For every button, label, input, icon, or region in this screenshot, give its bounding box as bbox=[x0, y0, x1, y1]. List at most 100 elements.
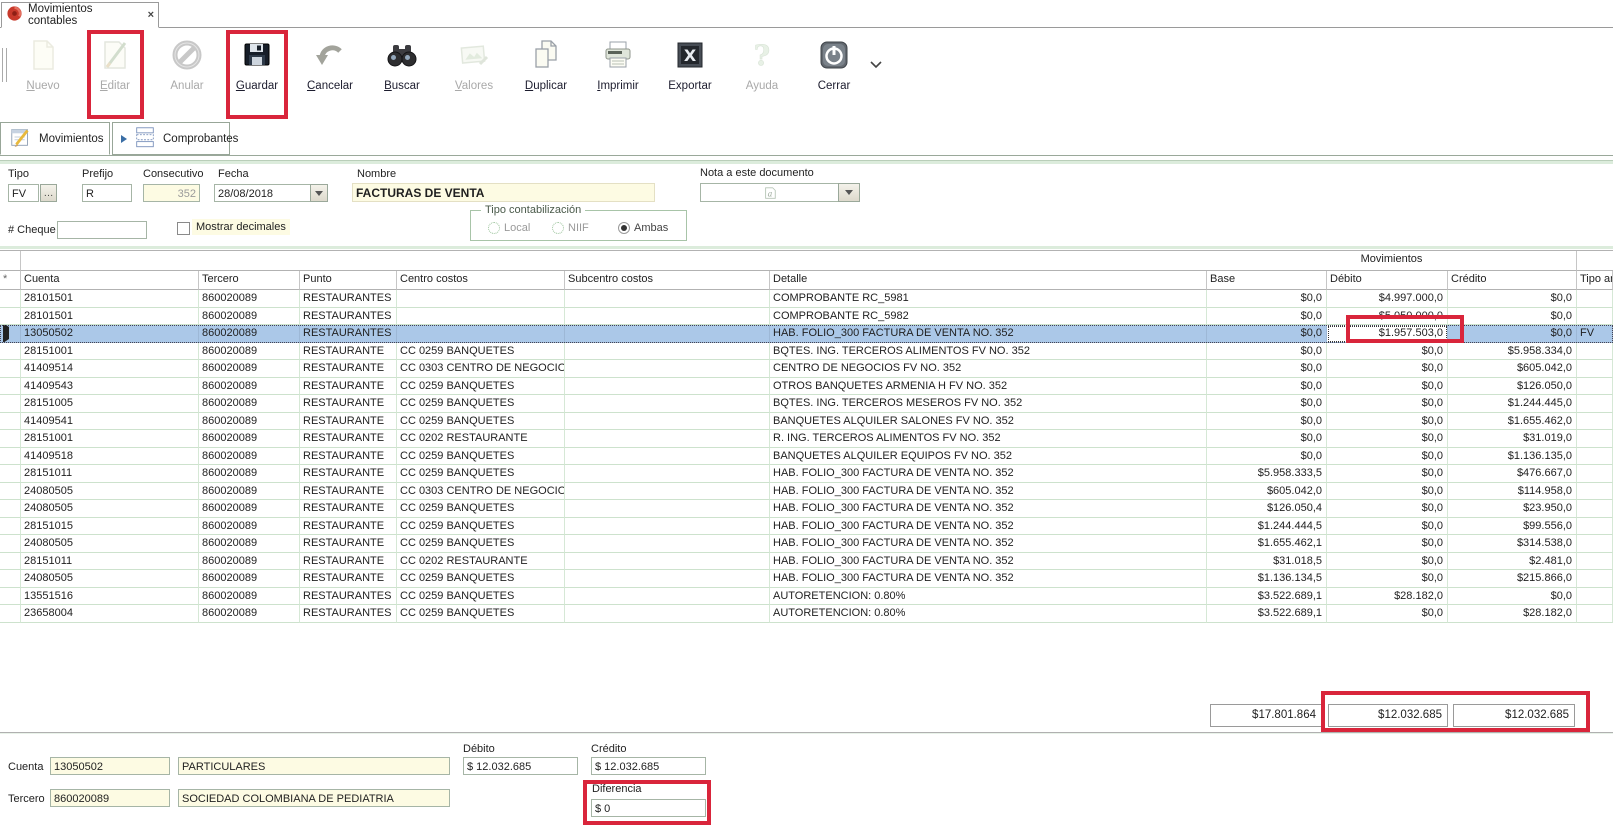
cell-tercero[interactable]: 860020089 bbox=[199, 413, 300, 431]
cell-cuenta[interactable]: 28151001 bbox=[21, 430, 199, 448]
cell-tipo[interactable]: FV bbox=[1577, 325, 1613, 343]
cell-tipo[interactable] bbox=[1577, 430, 1613, 448]
cell-base[interactable]: $31.018,5 bbox=[1207, 553, 1327, 571]
table-row[interactable]: 28151001860020089RESTAURANTECC 0259 BANQ… bbox=[0, 343, 1613, 361]
cell-debito[interactable]: $0,0 bbox=[1327, 343, 1448, 361]
cell-cuenta[interactable]: 28101501 bbox=[21, 290, 199, 308]
mostrar-decimales-checkbox[interactable] bbox=[177, 222, 190, 235]
table-row[interactable]: 28151011860020089RESTAURANTECC 0259 BANQ… bbox=[0, 465, 1613, 483]
cell-tercero[interactable]: 860020089 bbox=[199, 395, 300, 413]
cell-punto[interactable]: RESTAURANTE bbox=[300, 518, 397, 536]
cell-punto[interactable]: RESTAURANTE bbox=[300, 360, 397, 378]
column-header-tercero[interactable]: Tercero bbox=[199, 271, 300, 290]
toolbar-button-cancelar[interactable]: Cancelar bbox=[298, 34, 362, 116]
cell-debito[interactable]: $0,0 bbox=[1327, 395, 1448, 413]
tab-movimientos[interactable]: Movimientos bbox=[0, 122, 110, 155]
cell-subcentro[interactable] bbox=[565, 605, 770, 623]
cell-centro[interactable]: CC 0202 RESTAURANTE bbox=[397, 553, 565, 571]
cell-base[interactable]: $0,0 bbox=[1207, 378, 1327, 396]
cell-subcentro[interactable] bbox=[565, 465, 770, 483]
cell-base[interactable]: $3.522.689,1 bbox=[1207, 605, 1327, 623]
cell-punto[interactable]: RESTAURANTE bbox=[300, 500, 397, 518]
cell-debito[interactable]: $0,0 bbox=[1327, 500, 1448, 518]
table-row[interactable]: 41409541860020089RESTAURANTECC 0259 BANQ… bbox=[0, 413, 1613, 431]
column-header-centro[interactable]: Centro costos bbox=[397, 271, 565, 290]
column-header-credito[interactable]: Crédito bbox=[1448, 271, 1577, 290]
cell-credito[interactable]: $114.958,0 bbox=[1448, 483, 1577, 501]
cell-centro[interactable]: CC 0259 BANQUETES bbox=[397, 465, 565, 483]
cell-base[interactable]: $0,0 bbox=[1207, 395, 1327, 413]
radio-ambas[interactable] bbox=[618, 222, 630, 234]
cell-sel[interactable] bbox=[0, 535, 21, 553]
cell-base[interactable]: $5.958.333,5 bbox=[1207, 465, 1327, 483]
cell-punto[interactable]: RESTAURANTES bbox=[300, 325, 397, 343]
cell-credito[interactable]: $0,0 bbox=[1448, 588, 1577, 606]
cell-punto[interactable]: RESTAURANTE bbox=[300, 553, 397, 571]
cell-tipo[interactable] bbox=[1577, 518, 1613, 536]
cell-detalle[interactable]: HAB. FOLIO_300 FACTURA DE VENTA NO. 352 bbox=[770, 325, 1207, 343]
cell-tipo[interactable] bbox=[1577, 553, 1613, 571]
cell-centro[interactable]: CC 0259 BANQUETES bbox=[397, 535, 565, 553]
cell-debito[interactable]: $28.182,0 bbox=[1327, 588, 1448, 606]
cell-subcentro[interactable] bbox=[565, 430, 770, 448]
cell-cuenta[interactable]: 28151011 bbox=[21, 553, 199, 571]
tipo-input[interactable]: FV bbox=[8, 184, 39, 202]
cell-credito[interactable]: $1.136.135,0 bbox=[1448, 448, 1577, 466]
cell-tipo[interactable] bbox=[1577, 413, 1613, 431]
cell-tercero[interactable]: 860020089 bbox=[199, 500, 300, 518]
toolbar-button-duplicar[interactable]: Duplicar bbox=[514, 34, 578, 116]
cheque-input[interactable] bbox=[57, 221, 147, 239]
cell-credito[interactable]: $0,0 bbox=[1448, 290, 1577, 308]
cell-tipo[interactable] bbox=[1577, 588, 1613, 606]
cell-punto[interactable]: RESTAURANTE bbox=[300, 483, 397, 501]
cell-sel[interactable] bbox=[0, 360, 21, 378]
cell-tercero[interactable]: 860020089 bbox=[199, 570, 300, 588]
cell-cuenta[interactable]: 28151001 bbox=[21, 343, 199, 361]
cell-cuenta[interactable]: 24080505 bbox=[21, 570, 199, 588]
cell-credito[interactable]: $1.655.462,0 bbox=[1448, 413, 1577, 431]
cell-debito[interactable]: $0,0 bbox=[1327, 465, 1448, 483]
cell-tercero[interactable]: 860020089 bbox=[199, 343, 300, 361]
cell-base[interactable]: $0,0 bbox=[1207, 448, 1327, 466]
cell-tercero[interactable]: 860020089 bbox=[199, 465, 300, 483]
cell-punto[interactable]: RESTAURANTES bbox=[300, 290, 397, 308]
cell-centro[interactable]: CC 0259 BANQUETES bbox=[397, 588, 565, 606]
cell-subcentro[interactable] bbox=[565, 535, 770, 553]
cell-detalle[interactable]: HAB. FOLIO_300 FACTURA DE VENTA NO. 352 bbox=[770, 518, 1207, 536]
cell-tercero[interactable]: 860020089 bbox=[199, 325, 300, 343]
cell-base[interactable]: $1.136.134,5 bbox=[1207, 570, 1327, 588]
cell-tipo[interactable] bbox=[1577, 360, 1613, 378]
column-header-detalle[interactable]: Detalle bbox=[770, 271, 1207, 290]
table-row[interactable]: 28151011860020089RESTAURANTECC 0202 REST… bbox=[0, 553, 1613, 571]
prefijo-input[interactable]: R bbox=[82, 184, 132, 202]
nota-input[interactable]: a bbox=[700, 183, 839, 202]
cell-subcentro[interactable] bbox=[565, 483, 770, 501]
toolbar-button-imprimir[interactable]: Imprimir bbox=[586, 34, 650, 116]
cell-punto[interactable]: RESTAURANTES bbox=[300, 308, 397, 326]
cell-sel[interactable] bbox=[0, 500, 21, 518]
cell-debito[interactable]: $0,0 bbox=[1327, 535, 1448, 553]
cell-detalle[interactable]: OTROS BANQUETES ARMENIA H FV NO. 352 bbox=[770, 378, 1207, 396]
cell-punto[interactable]: RESTAURANTES bbox=[300, 588, 397, 606]
table-row[interactable]: 23658004860020089RESTAURANTESCC 0259 BAN… bbox=[0, 605, 1613, 623]
cell-sel[interactable] bbox=[0, 553, 21, 571]
cell-debito[interactable]: $0,0 bbox=[1327, 518, 1448, 536]
cell-debito[interactable]: $5.050.000,0 bbox=[1327, 308, 1448, 326]
cell-base[interactable]: $0,0 bbox=[1207, 430, 1327, 448]
cell-base[interactable]: $126.050,4 bbox=[1207, 500, 1327, 518]
cell-debito[interactable]: $0,0 bbox=[1327, 413, 1448, 431]
cell-sel[interactable] bbox=[0, 448, 21, 466]
cell-detalle[interactable]: COMPROBANTE RC_5981 bbox=[770, 290, 1207, 308]
toolbar-button-cerrar[interactable]: Cerrar bbox=[802, 34, 866, 116]
cell-centro[interactable]: CC 0303 CENTRO DE NEGOCIOS bbox=[397, 483, 565, 501]
cell-debito[interactable]: $0,0 bbox=[1327, 483, 1448, 501]
cell-subcentro[interactable] bbox=[565, 588, 770, 606]
cell-cuenta[interactable]: 24080505 bbox=[21, 483, 199, 501]
cell-sel[interactable] bbox=[0, 570, 21, 588]
column-header-tipo[interactable]: Tipo ar bbox=[1577, 271, 1613, 290]
cell-subcentro[interactable] bbox=[565, 500, 770, 518]
tab-movimientos-contables[interactable]: Movimientos contables × bbox=[1, 2, 159, 28]
cell-tipo[interactable] bbox=[1577, 605, 1613, 623]
cell-base[interactable]: $605.042,0 bbox=[1207, 483, 1327, 501]
cell-centro[interactable]: CC 0202 RESTAURANTE bbox=[397, 430, 565, 448]
